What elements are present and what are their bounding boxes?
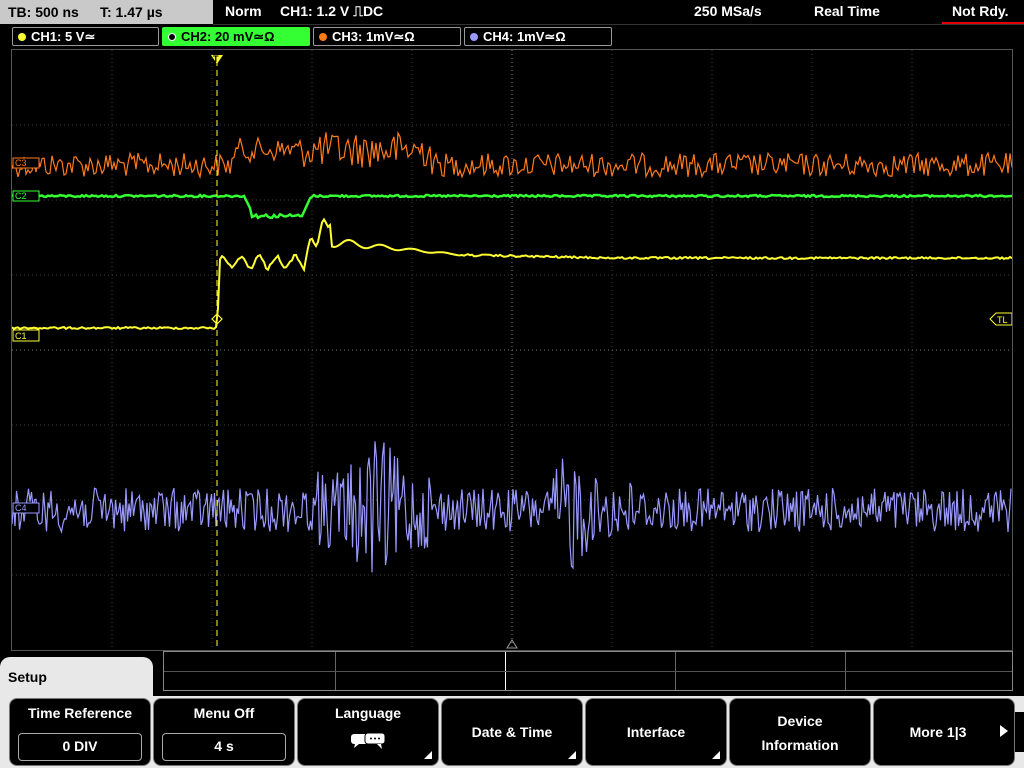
interface-softkey[interactable]: Interface (585, 698, 727, 766)
device-information-softkey[interactable]: Device Information (729, 698, 871, 766)
speech-bubble-icon (351, 732, 386, 749)
language-label: Language (334, 705, 402, 721)
channel-3-label[interactable]: CH3: 1mV≃Ω (313, 27, 461, 46)
ready-state: Not Rdy. (952, 3, 1009, 19)
menu-title: Setup (8, 669, 47, 685)
channel-4-label[interactable]: CH4: 1mV≃Ω (464, 27, 612, 46)
date-time-label: Date & Time (471, 724, 553, 740)
time-reference-softkey[interactable]: Time Reference 0 DIV (9, 698, 151, 766)
language-softkey[interactable]: Language (297, 698, 439, 766)
ch4-ground-label: C4 (15, 503, 27, 513)
channel-1-label[interactable]: CH1: 5 V≃ (12, 27, 159, 46)
waveform-display[interactable]: T TL C1 C2 C3 C4 (11, 49, 1013, 651)
ch3-ground-label: C3 (15, 158, 27, 168)
timebase-readout: TB: 500 ns (8, 4, 79, 20)
submenu-indicator-icon (712, 751, 720, 759)
device-information-label-1: Device (777, 713, 823, 729)
timebase-panel[interactable]: TB: 500 ns T: 1.47 µs (0, 0, 213, 24)
trigger-info[interactable]: CH1: 1.2 V ⎍DC (280, 0, 383, 22)
menu-off-softkey[interactable]: Menu Off 4 s (153, 698, 295, 766)
acquisition-state: Real Time (814, 3, 880, 19)
waveform-canvas: T TL C1 C2 C3 C4 (12, 50, 1012, 650)
device-information-label-2: Information (761, 737, 839, 753)
ch1-color-icon (18, 33, 26, 41)
channel-2-label[interactable]: CH2: 20 mV≃Ω (162, 27, 310, 46)
menu-off-label: Menu Off (193, 705, 255, 721)
ch1-ground-label: C1 (15, 331, 27, 341)
graticule (12, 50, 1012, 650)
ch3-color-icon (319, 33, 327, 41)
submenu-indicator-icon (568, 751, 576, 759)
ch2-color-icon (168, 33, 176, 41)
trigger-time-readout: T: 1.47 µs (100, 4, 163, 20)
menu-title-tab: Setup (0, 657, 153, 697)
menu-off-value: 4 s (162, 733, 286, 761)
horizontal-overview (163, 651, 1013, 691)
date-time-softkey[interactable]: Date & Time (441, 698, 583, 766)
time-reference-value: 0 DIV (18, 733, 142, 761)
ch4-color-icon (470, 33, 478, 41)
submenu-indicator-icon (424, 751, 432, 759)
ch2-ground-label: C2 (15, 191, 27, 201)
next-page-icon (1000, 725, 1008, 737)
sample-rate: 250 MSa/s (694, 3, 762, 19)
softkey-edge (1015, 712, 1024, 752)
interface-label: Interface (626, 724, 686, 740)
ready-alert-bar (942, 22, 1024, 24)
trigger-level-label: TL (997, 315, 1008, 325)
more-label: More 1|3 (909, 724, 967, 740)
trigger-marker-label: T (213, 54, 219, 64)
time-reference-label: Time Reference (27, 705, 132, 721)
acquisition-mode[interactable]: Norm (225, 0, 262, 22)
more-softkey[interactable]: More 1|3 (873, 698, 1015, 766)
status-bar: Norm CH1: 1.2 V ⎍DC 250 MSa/s Real Time … (213, 0, 1024, 25)
